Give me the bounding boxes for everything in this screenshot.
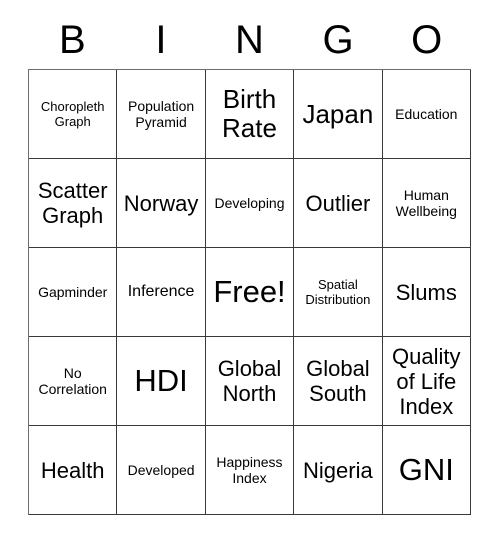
bingo-cell-label: Global South [306, 356, 370, 406]
bingo-card: B I N G O Choropleth Graph Population Pyr… [0, 0, 500, 544]
bingo-grid: Choropleth Graph Population Pyramid Birth … [28, 69, 471, 515]
bingo-cell[interactable]: Human Wellbeing [382, 159, 471, 248]
bingo-cell[interactable]: Global North [205, 337, 295, 426]
bingo-header-row: B I N G O [28, 14, 471, 66]
bingo-cell-label: Japan [302, 98, 374, 129]
bingo-cell[interactable]: Happiness Index [205, 426, 295, 515]
bingo-header-letter-o: O [411, 18, 443, 62]
bingo-cell[interactable]: GNI [382, 426, 471, 515]
bingo-cell[interactable]: Birth Rate [205, 70, 295, 159]
bingo-cell[interactable]: Developing [205, 159, 295, 248]
bingo-free-space[interactable]: Free! [205, 248, 295, 337]
bingo-cell-label: Choropleth Graph [40, 99, 105, 129]
bingo-cell-label: Free! [213, 274, 286, 309]
bingo-cell[interactable]: Slums [382, 248, 471, 337]
bingo-cell[interactable]: Health [29, 426, 118, 515]
bingo-cell[interactable]: Scatter Graph [29, 159, 118, 248]
bingo-header-letter-n: N [235, 18, 264, 62]
bingo-cell[interactable]: HDI [117, 337, 206, 426]
bingo-cell-label: Outlier [305, 190, 371, 216]
bingo-cell-label: Slums [395, 279, 457, 305]
bingo-cell-label: Global North [217, 356, 282, 406]
bingo-cell[interactable]: Developed [117, 426, 206, 515]
bingo-cell-label: Scatter Graph [37, 178, 108, 228]
bingo-cell-label: Human Wellbeing [395, 187, 457, 219]
bingo-cell-label: HDI [134, 363, 188, 398]
bingo-cell[interactable]: Nigeria [294, 426, 383, 515]
bingo-cell-label: Developed [127, 462, 195, 478]
bingo-cell[interactable]: Quality of Life Index [382, 337, 471, 426]
bingo-cell[interactable]: Spatial Distribution [294, 248, 383, 337]
bingo-cell-label: Nigeria [303, 457, 373, 483]
bingo-cell-label: Spatial Distribution [305, 277, 371, 307]
bingo-cell-label: Education [395, 106, 458, 122]
bingo-cell-label: Inference [127, 283, 195, 300]
bingo-cell[interactable]: Education [382, 70, 471, 159]
bingo-cell-label: GNI [398, 452, 454, 487]
bingo-header-letter-i: I [155, 18, 167, 62]
bingo-cell[interactable]: Choropleth Graph [29, 70, 118, 159]
bingo-cell[interactable]: No Correlation [29, 337, 118, 426]
bingo-cell[interactable]: Japan [294, 70, 383, 159]
bingo-cell[interactable]: Global South [294, 337, 383, 426]
bingo-cell[interactable]: Inference [117, 248, 206, 337]
bingo-header-letter-g: G [322, 18, 354, 62]
bingo-cell-label: Happiness Index [216, 454, 283, 486]
bingo-cell-label: Birth Rate [222, 84, 277, 143]
bingo-cell[interactable]: Gapminder [29, 248, 118, 337]
bingo-cell[interactable]: Norway [117, 159, 206, 248]
bingo-cell-label: No Correlation [38, 365, 107, 397]
bingo-cell-label: Health [40, 457, 105, 483]
bingo-cell-label: Quality of Life Index [392, 343, 461, 419]
bingo-cell[interactable]: Population Pyramid [117, 70, 206, 159]
bingo-cell-label: Developing [214, 195, 285, 211]
bingo-cell[interactable]: Outlier [294, 159, 383, 248]
bingo-cell-label: Gapminder [38, 284, 108, 300]
bingo-cell-label: Norway [123, 190, 199, 216]
bingo-header-letter-b: B [58, 18, 86, 62]
bingo-cell-label: Population Pyramid [128, 98, 195, 130]
